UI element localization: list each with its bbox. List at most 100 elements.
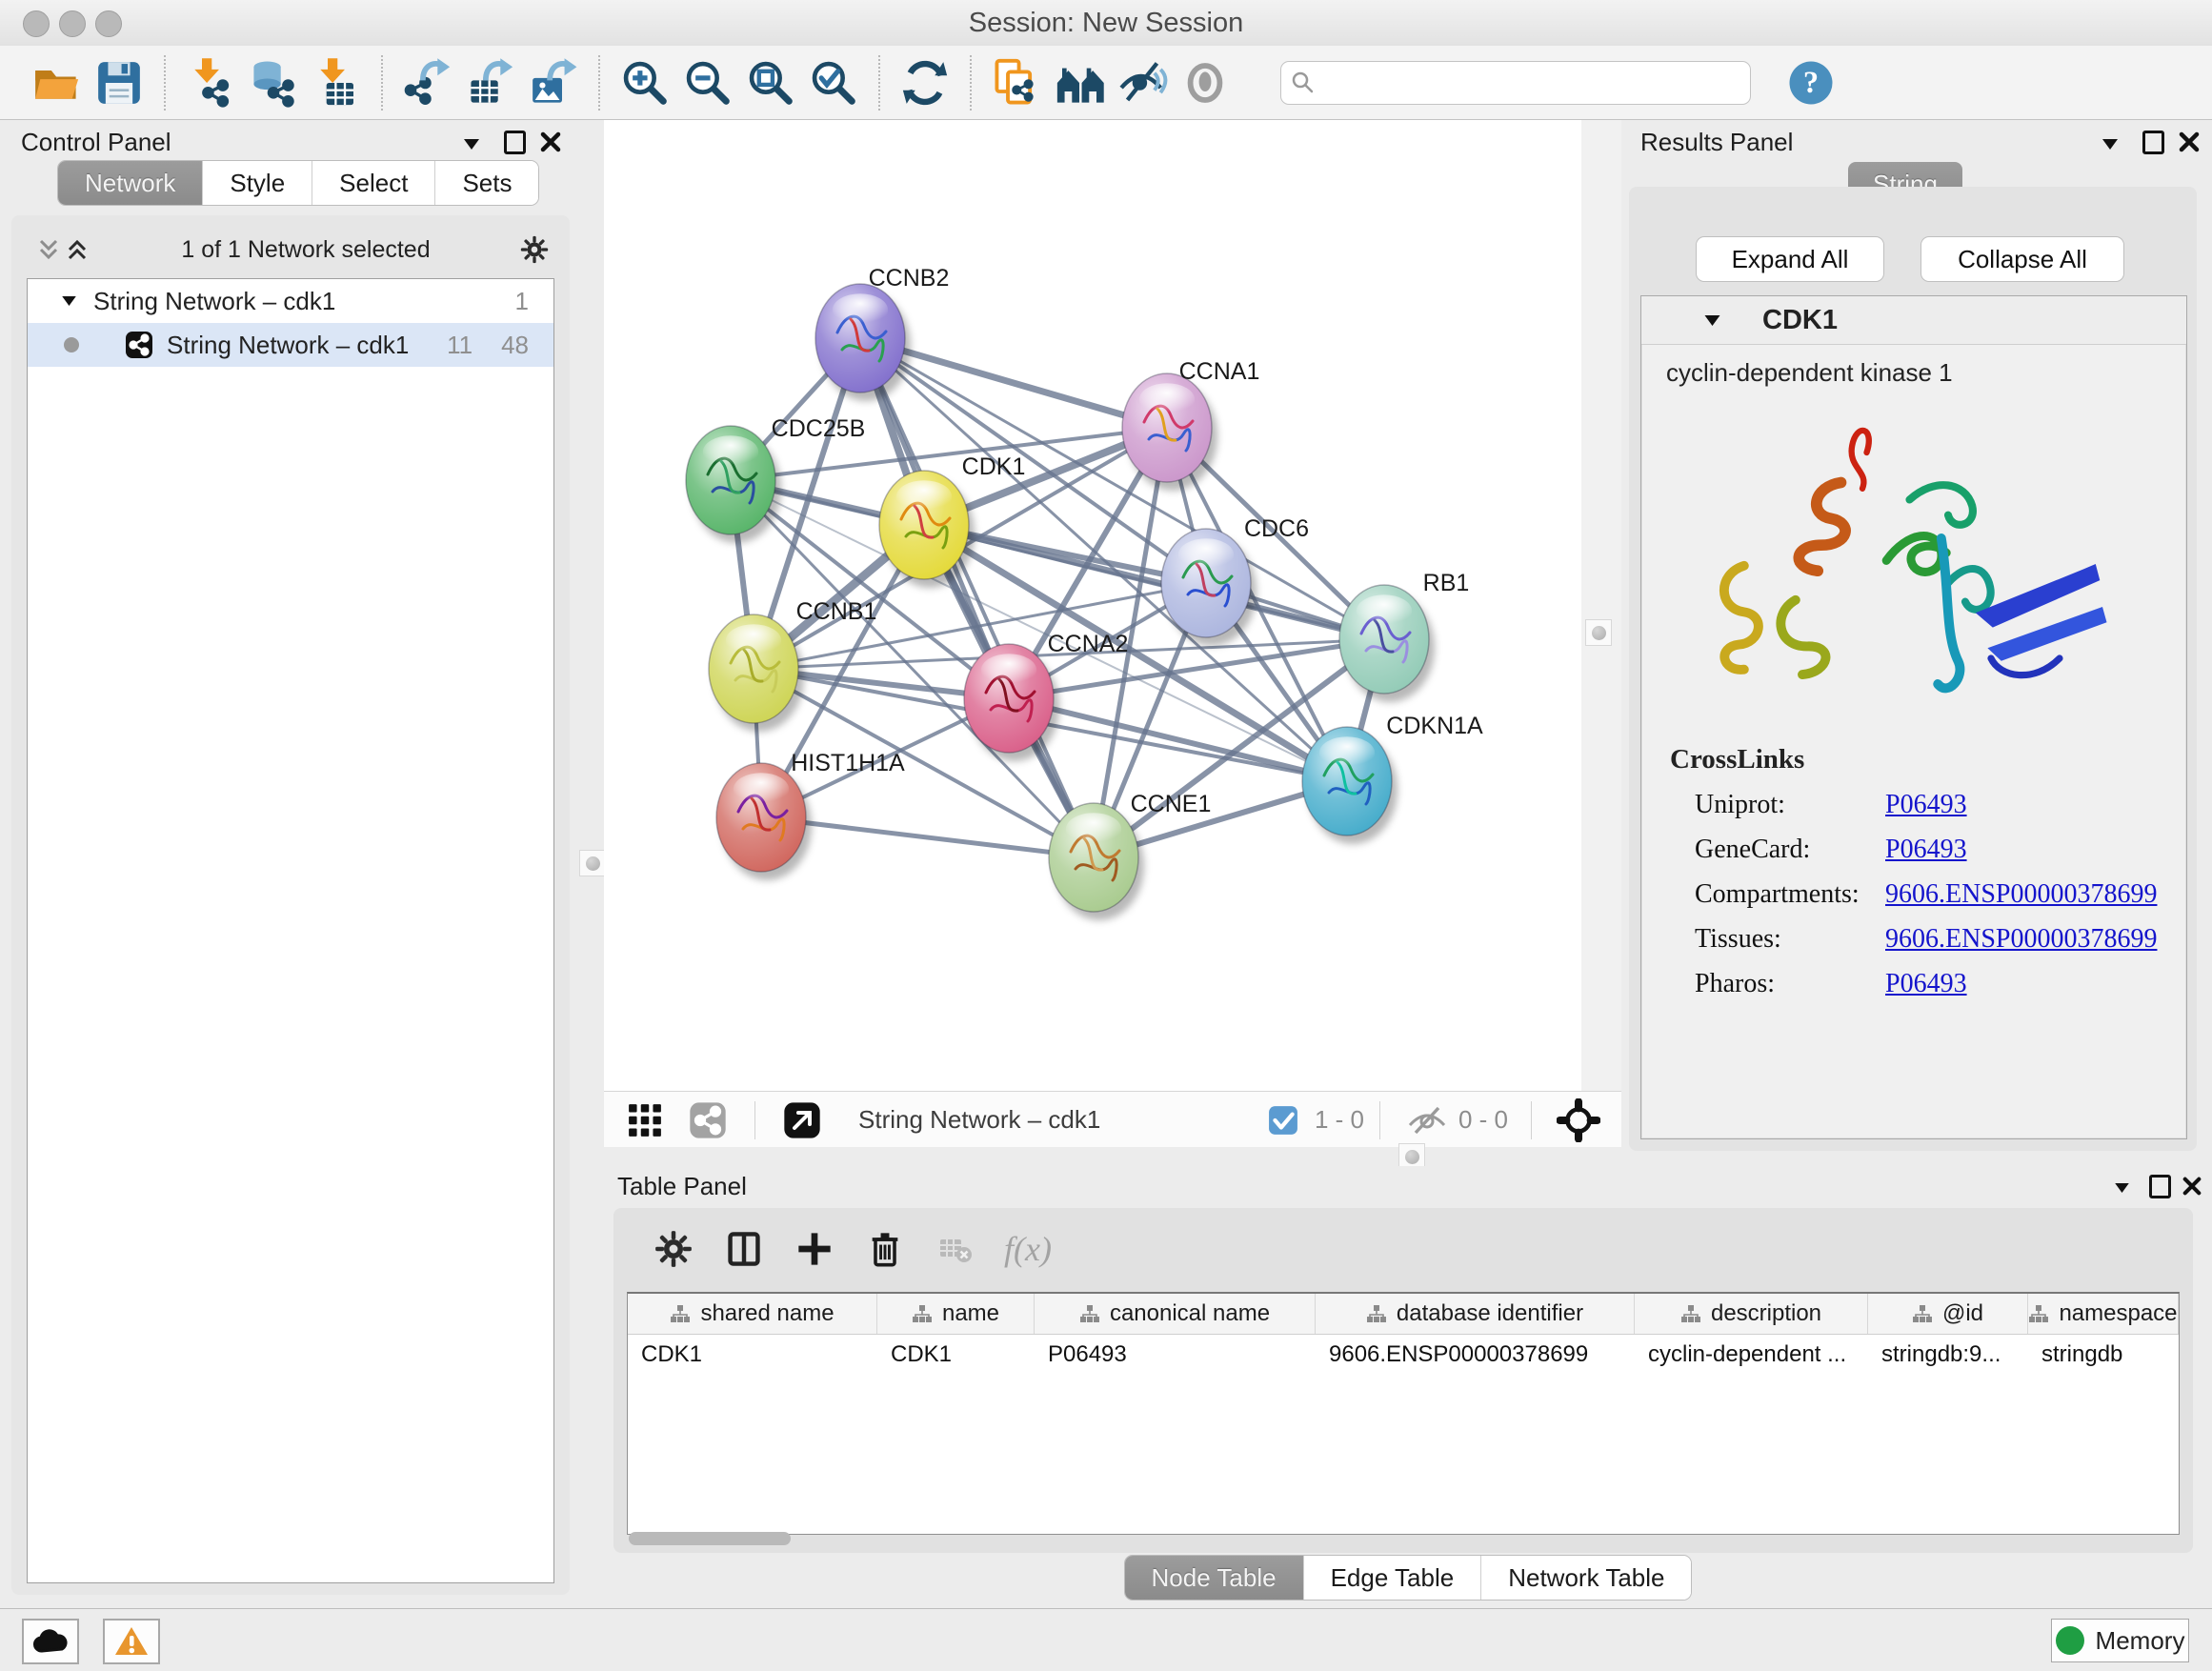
tab-style[interactable]: Style [203, 161, 312, 205]
node-table[interactable]: shared namenamecanonical namedatabase id… [627, 1292, 2180, 1535]
export-network-icon[interactable] [400, 55, 455, 111]
crosslink-link[interactable]: 9606.ENSP00000378699 [1885, 879, 2157, 910]
delete-column-icon[interactable] [860, 1224, 910, 1274]
node-label-CCNA2: CCNA2 [1048, 631, 1129, 657]
hide-details-icon[interactable] [1115, 55, 1170, 111]
export-image-icon[interactable] [526, 55, 581, 111]
results-panel-menu-icon[interactable] [2096, 130, 2124, 158]
cell-namespace[interactable]: stringdb [2028, 1335, 2179, 1375]
column-header-canonicalname[interactable]: canonical name [1035, 1294, 1316, 1334]
main-toolbar: ? [0, 46, 2212, 120]
tab-select[interactable]: Select [312, 161, 435, 205]
table-panel-title: Table Panel [617, 1172, 747, 1200]
string-query-icon[interactable] [1052, 55, 1107, 111]
node-CCNE1[interactable]: CCNE1 [1049, 791, 1211, 920]
column-header-databaseidentifier[interactable]: database identifier [1316, 1294, 1635, 1334]
control-panel-float-icon[interactable] [500, 128, 529, 156]
selected-checkbox-icon[interactable] [1256, 1093, 1311, 1148]
cell-description[interactable]: cyclin-dependent ... [1635, 1335, 1868, 1375]
zoom-fit-icon[interactable] [743, 55, 798, 111]
collapse-all-button[interactable]: Collapse All [1920, 236, 2124, 282]
node-CDK1[interactable]: CDK1 [879, 453, 1025, 588]
results-panel-close-icon[interactable] [2175, 128, 2203, 156]
expand-all-networks-icon[interactable] [63, 235, 91, 264]
birdseye-crosshair-icon[interactable] [1551, 1093, 1606, 1148]
tab-network-table[interactable]: Network Table [1481, 1556, 1691, 1600]
collection-expand-icon[interactable] [62, 296, 76, 306]
column-header-namespace[interactable]: namespace [2028, 1294, 2179, 1334]
collapse-all-networks-icon[interactable] [34, 235, 63, 264]
network-collection-row[interactable]: String Network – cdk1 1 [28, 279, 553, 323]
column-header-id[interactable]: @id [1868, 1294, 2028, 1334]
cell-sharedname[interactable]: CDK1 [628, 1335, 877, 1375]
crosslink-link[interactable]: P06493 [1885, 969, 1967, 999]
table-hscrollbar[interactable] [629, 1532, 791, 1545]
export-table-icon[interactable] [463, 55, 518, 111]
node-CCNA1[interactable]: CCNA1 [1122, 358, 1259, 491]
add-column-icon[interactable] [790, 1224, 839, 1274]
right-splitter[interactable] [1581, 120, 1623, 1091]
open-in-window-icon[interactable] [774, 1093, 830, 1148]
network-options-gear-icon[interactable] [520, 235, 549, 264]
search-box[interactable] [1280, 61, 1751, 105]
node-CDC6[interactable]: CDC6 [1161, 515, 1309, 646]
show-details-icon[interactable] [1177, 55, 1233, 111]
show-columns-icon[interactable] [719, 1224, 769, 1274]
protein-card-header[interactable]: CDK1 [1641, 296, 2186, 345]
cloud-status-button[interactable] [22, 1619, 79, 1664]
control-panel-close-icon[interactable] [536, 128, 565, 156]
zoom-selected-icon[interactable] [806, 55, 861, 111]
clone-network-icon[interactable] [989, 55, 1044, 111]
column-header-name[interactable]: name [877, 1294, 1035, 1334]
control-panel-menu-icon[interactable] [457, 130, 486, 158]
cell-canonicalname[interactable]: P06493 [1035, 1335, 1316, 1375]
zoom-out-icon[interactable] [680, 55, 735, 111]
open-session-icon[interactable] [29, 55, 84, 111]
refresh-icon[interactable] [897, 55, 953, 111]
table-panel-close-icon[interactable] [2178, 1172, 2206, 1200]
column-header-sharedname[interactable]: shared name [628, 1294, 877, 1334]
network-share-view-icon[interactable] [680, 1093, 735, 1148]
tab-network[interactable]: Network [58, 161, 203, 205]
tab-edge-table[interactable]: Edge Table [1304, 1556, 1482, 1600]
network-row[interactable]: String Network – cdk1 11 48 [28, 323, 553, 367]
node-CCNB2[interactable]: CCNB2 [815, 265, 949, 401]
cell-databaseidentifier[interactable]: 9606.ENSP00000378699 [1316, 1335, 1635, 1375]
column-type-icon [1680, 1304, 1701, 1323]
node-RB1[interactable]: RB1 [1339, 570, 1469, 702]
column-header-description[interactable]: description [1635, 1294, 1868, 1334]
column-type-icon [912, 1304, 933, 1323]
import-network-file-icon[interactable] [183, 55, 238, 111]
warning-status-button[interactable] [103, 1619, 160, 1664]
help-icon[interactable]: ? [1783, 55, 1839, 111]
network-canvas[interactable]: CCNB2 CCNA1 CDC25B CDK1 [604, 120, 1581, 1091]
node-CDKN1A[interactable]: CDKN1A [1302, 713, 1483, 844]
cell-id[interactable]: stringdb:9... [1868, 1335, 2028, 1375]
crosslink-link[interactable]: P06493 [1885, 835, 1967, 865]
node-CCNA2[interactable]: CCNA2 [964, 631, 1128, 761]
tab-sets[interactable]: Sets [435, 161, 538, 205]
cell-name[interactable]: CDK1 [877, 1335, 1035, 1375]
import-network-database-icon[interactable] [246, 55, 301, 111]
table-panel-float-icon[interactable] [2145, 1172, 2174, 1200]
grid-view-icon[interactable] [617, 1093, 673, 1148]
save-session-icon[interactable] [91, 55, 147, 111]
crosslink-link[interactable]: 9606.ENSP00000378699 [1885, 924, 2157, 955]
node-CDC25B[interactable]: CDC25B [686, 415, 865, 543]
toolbar-separator [381, 55, 383, 111]
control-panel-tabs: NetworkStyleSelectSets [57, 160, 539, 206]
crosslink-row: GeneCard: P06493 [1641, 835, 2186, 865]
import-table-icon[interactable] [309, 55, 364, 111]
expand-all-button[interactable]: Expand All [1696, 236, 1884, 282]
table-panel-menu-icon[interactable] [2107, 1174, 2136, 1202]
node-HIST1H1A[interactable]: HIST1H1A [716, 750, 905, 880]
search-input[interactable] [1325, 69, 1739, 97]
results-panel-float-icon[interactable] [2139, 128, 2167, 156]
memory-button[interactable]: Memory [2051, 1619, 2189, 1662]
tab-node-table[interactable]: Node Table [1125, 1556, 1304, 1600]
crosslink-link[interactable]: P06493 [1885, 790, 1967, 820]
left-splitter[interactable] [581, 120, 604, 1608]
zoom-in-icon[interactable] [617, 55, 673, 111]
protein-collapse-icon[interactable] [1704, 315, 1720, 326]
table-settings-gear-icon[interactable] [649, 1224, 698, 1274]
